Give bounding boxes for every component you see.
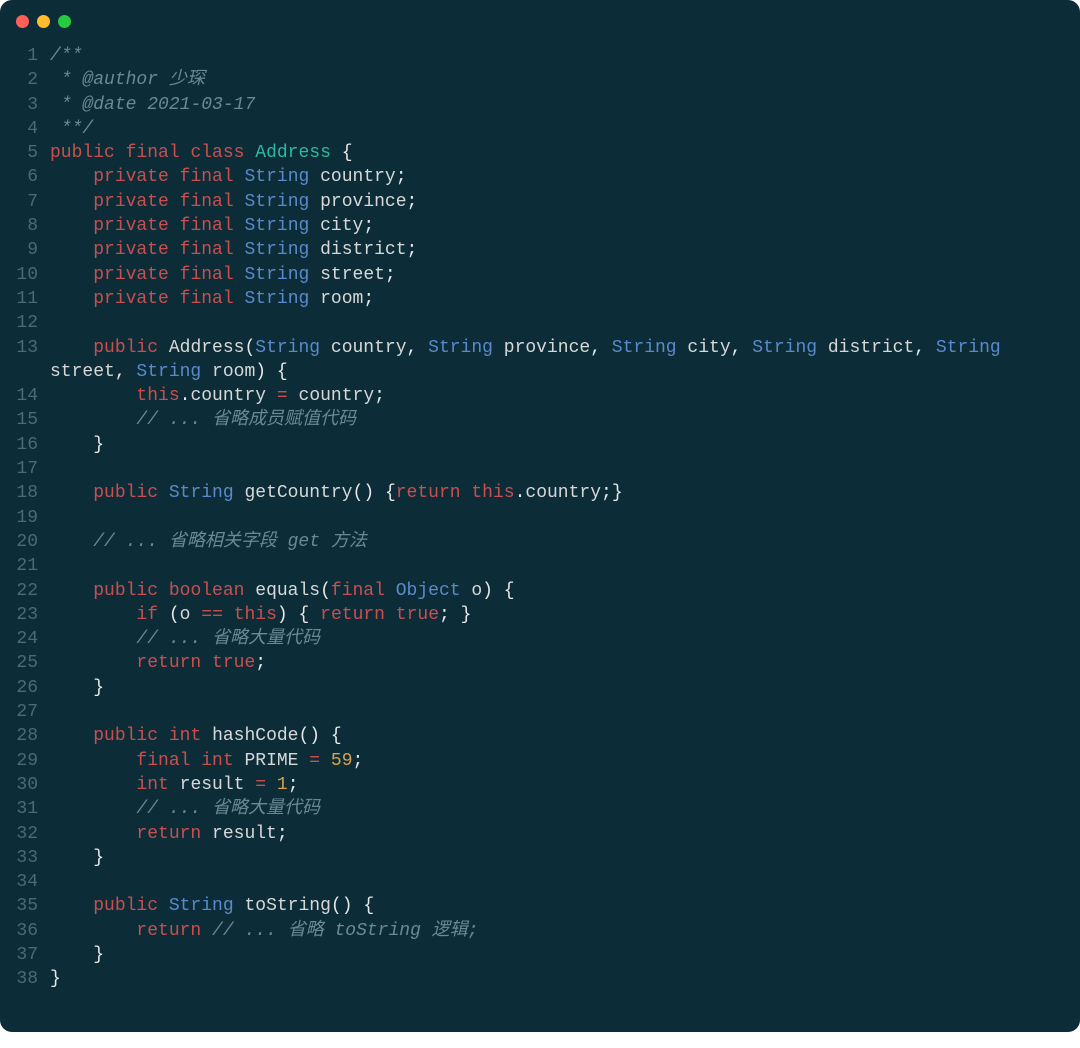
comment: * @date 2021-03-17 [50, 95, 255, 115]
comment: * @author 少琛 [50, 70, 205, 90]
comment: // ... 省略 toString 逻辑; [212, 921, 478, 941]
line-number: 5 [10, 141, 38, 165]
line-number: 21 [10, 554, 38, 578]
comment: // ... 省略大量代码 [136, 629, 320, 649]
method-getcountry: getCountry [244, 483, 352, 503]
keyword-if: if [136, 605, 158, 625]
number-1: 1 [277, 775, 288, 795]
operator-eqeq: == [201, 605, 223, 625]
line-number: 24 [10, 627, 38, 651]
line-number: 35 [10, 894, 38, 918]
line-number: 23 [10, 603, 38, 627]
field-street: street [320, 265, 385, 285]
line-number: 28 [10, 724, 38, 748]
line-number: 6 [10, 165, 38, 189]
field-district: district [320, 240, 406, 260]
line-number: 37 [10, 943, 38, 967]
line-number: 8 [10, 214, 38, 238]
line-number-wrap [10, 360, 38, 384]
line-number: 9 [10, 238, 38, 262]
line-number: 36 [10, 919, 38, 943]
line-number: 22 [10, 579, 38, 603]
comment: // ... 省略成员赋值代码 [136, 410, 356, 430]
line-number: 19 [10, 506, 38, 530]
keyword-this: this [136, 386, 179, 406]
minimize-icon[interactable] [37, 15, 50, 28]
line-number: 25 [10, 651, 38, 675]
method-tostring: toString [244, 896, 330, 916]
line-number: 17 [10, 457, 38, 481]
code-editor: 1234567891011121314151617181920212223242… [0, 38, 1080, 1032]
line-number: 14 [10, 384, 38, 408]
keyword-class: class [190, 143, 244, 163]
keyword-final: final [126, 143, 180, 163]
line-number-gutter: 1234567891011121314151617181920212223242… [10, 44, 50, 992]
comment: // ... 省略相关字段 get 方法 [93, 532, 367, 552]
line-number: 10 [10, 263, 38, 287]
type-int: int [169, 726, 201, 746]
line-number: 27 [10, 700, 38, 724]
line-number: 1 [10, 44, 38, 68]
line-number: 3 [10, 93, 38, 117]
keyword-true: true [396, 605, 439, 625]
line-number: 20 [10, 530, 38, 554]
line-number: 12 [10, 311, 38, 335]
comment: **/ [50, 119, 93, 139]
line-number: 26 [10, 676, 38, 700]
field-country: country [320, 167, 396, 187]
method-hashcode: hashCode [212, 726, 298, 746]
field-city: city [320, 216, 363, 236]
line-number: 11 [10, 287, 38, 311]
line-number: 38 [10, 967, 38, 991]
line-number: 34 [10, 870, 38, 894]
type-boolean: boolean [169, 581, 245, 601]
method-equals: equals [255, 581, 320, 601]
line-number: 31 [10, 797, 38, 821]
code-content: /** * @author 少琛 * @date 2021-03-17 **/ … [50, 44, 1070, 992]
line-number: 32 [10, 822, 38, 846]
line-number: 15 [10, 408, 38, 432]
field-room: room [320, 289, 363, 309]
constructor: Address [169, 338, 245, 358]
code-window: 1234567891011121314151617181920212223242… [0, 0, 1080, 1032]
close-icon[interactable] [16, 15, 29, 28]
number-59: 59 [331, 751, 353, 771]
comment: /** [50, 46, 82, 66]
zoom-icon[interactable] [58, 15, 71, 28]
var-result: result [180, 775, 245, 795]
comment: // ... 省略大量代码 [136, 799, 320, 819]
line-number: 29 [10, 749, 38, 773]
line-number: 2 [10, 68, 38, 92]
window-titlebar [0, 0, 1080, 38]
line-number: 16 [10, 433, 38, 457]
var-prime: PRIME [244, 751, 298, 771]
type-object: Object [396, 581, 461, 601]
class-name: Address [255, 143, 331, 163]
field-province: province [320, 192, 406, 212]
keyword-public: public [50, 143, 115, 163]
line-number: 13 [10, 336, 38, 360]
line-number: 30 [10, 773, 38, 797]
line-number: 7 [10, 190, 38, 214]
line-number: 33 [10, 846, 38, 870]
line-number: 18 [10, 481, 38, 505]
line-number: 4 [10, 117, 38, 141]
